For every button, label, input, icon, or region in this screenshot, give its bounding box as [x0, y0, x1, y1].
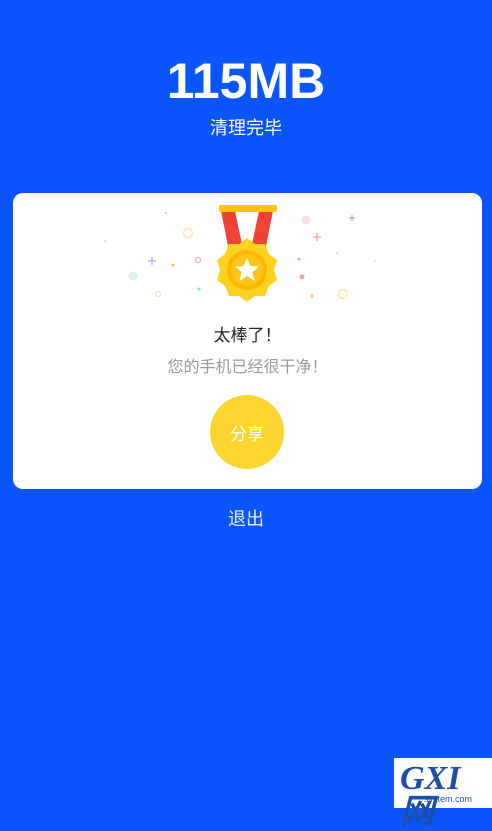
- share-button[interactable]: 分享: [210, 395, 284, 469]
- result-message: 您的手机已经很干净！: [167, 357, 328, 376]
- clean-status-label: 清理完毕: [210, 118, 282, 139]
- result-title: 太棒了！: [213, 326, 282, 346]
- cleaned-size: 115MB: [166, 53, 326, 109]
- exit-button[interactable]: 退出: [0, 505, 492, 531]
- watermark-sub: system.com: [424, 794, 473, 804]
- site-watermark-logo: GXI网 system.com: [394, 758, 492, 830]
- medal-icon: [104, 205, 376, 302]
- result-card: 太棒了！ 您的手机已经很干净！ 分享: [13, 193, 482, 489]
